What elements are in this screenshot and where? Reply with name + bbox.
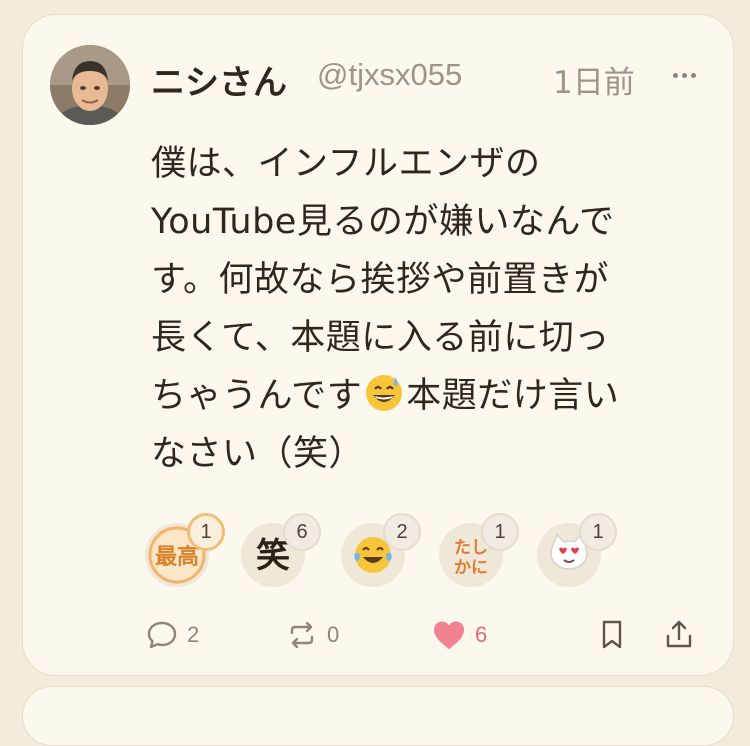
reaction-tashikani[interactable]: たし かに 1 [439,513,519,587]
body-line: 長くて、本題に入る前に切っ [151,318,610,358]
next-post-card[interactable] [22,686,734,746]
reaction-tears-of-joy[interactable]: 2 [341,513,421,587]
author-handle[interactable]: @tjxsx055 [317,57,462,93]
post-header: ニシさん @tjxsx055 1日前 [151,55,703,103]
post-time[interactable]: 1日前 [553,57,635,102]
like-count: 6 [475,622,488,647]
reply-button[interactable]: 2 [145,615,199,655]
body-line: ちゃうんです 本題だけ言い [151,367,711,425]
reaction-count: 1 [481,513,519,551]
svg-text:最高: 最高 [155,544,199,570]
body-line-segment: ちゃうんです [151,376,363,416]
share-upload-icon [666,620,692,648]
body-line: す。何故なら挨拶や前置きが [151,260,610,300]
more-options-button[interactable] [665,55,703,95]
svg-text:かに: かに [454,558,488,578]
body-line: YouTube見るのが嫌いなんで [151,202,615,242]
avatar-photo-icon [50,45,130,125]
repeat-icon [290,621,314,649]
heart-icon [434,621,464,649]
reaction-heart-eyes-cat[interactable]: 1 [537,513,617,587]
bookmark-button[interactable] [597,615,627,655]
reactions-bar: 最高 1 笑 6 2 たし かに 1 1 [145,509,725,589]
reaction-count: 6 [283,513,321,551]
reaction-warai[interactable]: 笑 6 [241,513,321,587]
share-button[interactable] [663,615,695,655]
post-body: 僕は、インフルエンザの YouTube見るのが嫌いなんで す。何故なら挨拶や前置… [151,135,711,483]
reaction-count: 1 [579,513,617,551]
body-line: 僕は、インフルエンザの [151,144,541,184]
more-dots-icon [672,72,678,78]
reply-bubble-icon [147,621,177,649]
post-actions: 2 0 6 [145,615,705,655]
reply-count: 2 [187,622,200,647]
renote-count: 0 [327,622,340,647]
body-line: なさい（笑） [151,434,365,474]
post-card[interactable]: ニシさん @tjxsx055 1日前 僕は、インフルエンザの YouTube見る… [22,14,734,676]
bookmark-icon [602,620,622,649]
reaction-count: 1 [187,513,225,551]
renote-button[interactable]: 0 [285,615,339,655]
avatar[interactable] [50,45,130,125]
author-name[interactable]: ニシさん [151,55,287,104]
reaction-saikou[interactable]: 最高 1 [145,513,225,587]
body-line-segment: 本題だけ言い [406,376,620,416]
reaction-count: 2 [383,513,421,551]
like-button[interactable]: 6 [431,615,487,655]
grinning-sweat-emoji-icon [366,375,403,411]
